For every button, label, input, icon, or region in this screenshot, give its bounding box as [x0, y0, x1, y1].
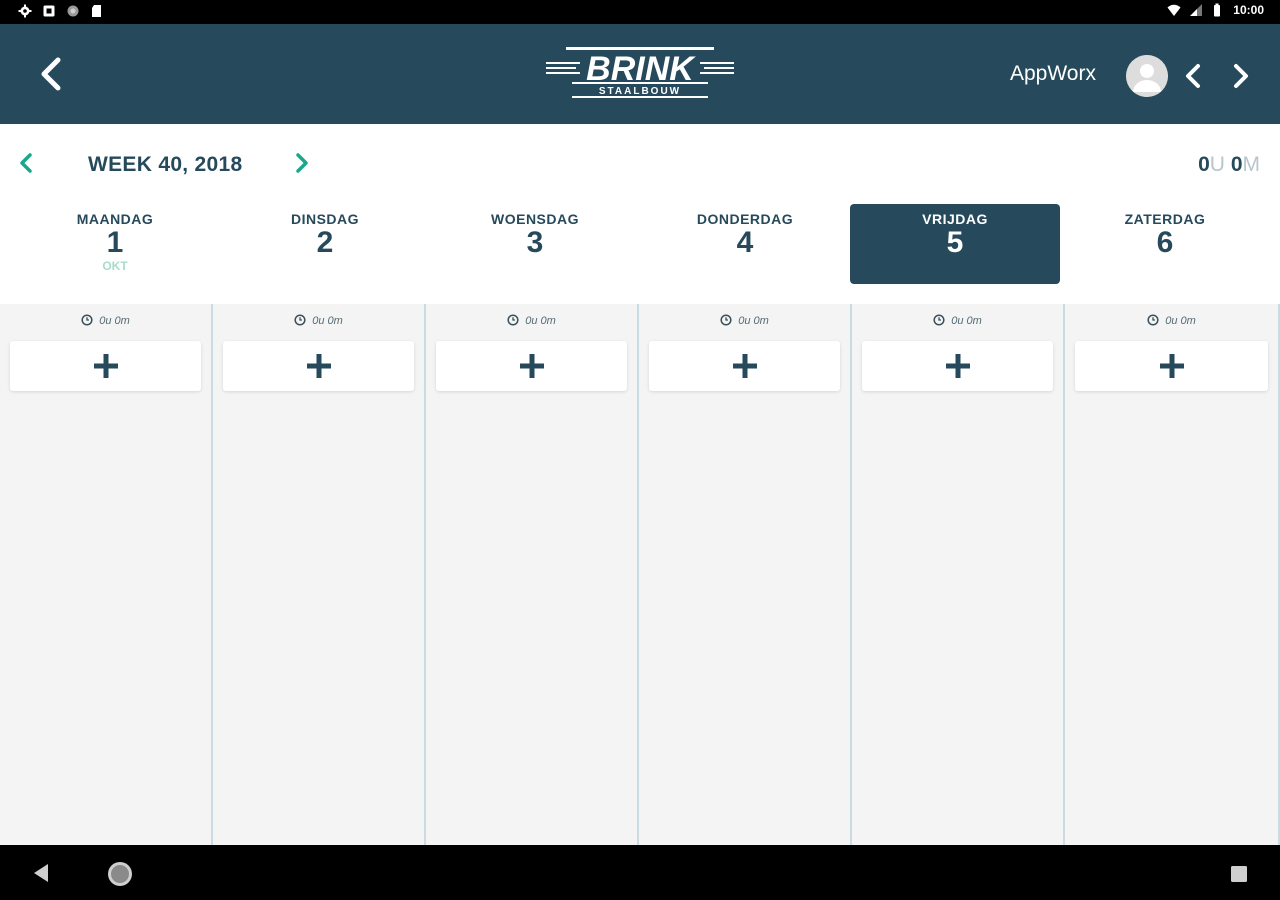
user-name: AppWorx [1010, 62, 1096, 85]
day-duration: 0u 0m [0, 314, 211, 327]
logo-subtext: STAALBOUW [599, 86, 681, 97]
plus-icon [93, 354, 118, 378]
nav-back-button[interactable] [30, 862, 52, 884]
day-number: 4 [736, 226, 754, 259]
status-bar-right: 10:00 [1167, 3, 1264, 17]
header-prev-button[interactable] [1180, 60, 1208, 92]
total-hours: 0 [1198, 153, 1210, 176]
day-number: 1 [106, 226, 124, 259]
clock-icon [1147, 314, 1159, 326]
next-week-button[interactable] [290, 150, 314, 176]
previous-week-button[interactable] [14, 150, 38, 176]
total-minutes: 0 [1230, 153, 1243, 176]
day-duration-text: 0u 0m [951, 315, 982, 327]
day-name: VRIJDAG [922, 211, 988, 227]
day-duration: 0u 0m [1065, 314, 1278, 327]
back-arrow-icon [41, 57, 61, 91]
day-duration-text: 0u 0m [738, 315, 769, 327]
day-name: MAANDAG [76, 211, 154, 227]
chevron-right-icon [1234, 64, 1248, 88]
total-hours-unit: U [1209, 153, 1225, 176]
logo-text: BRINK [586, 50, 696, 88]
day-column-donderdag: 0u 0m [639, 304, 852, 845]
signal-icon [1190, 4, 1203, 16]
brink-logo: BRINK STAALBOUW [544, 44, 736, 102]
day-column-vrijdag: 0u 0m [852, 304, 1065, 845]
plus-icon [306, 354, 331, 378]
nav-home-button[interactable] [106, 860, 134, 888]
day-tab-zaterdag[interactable]: ZATERDAG 6 [1060, 204, 1270, 284]
clock-icon [294, 314, 306, 326]
day-number: 2 [316, 226, 334, 259]
day-tabs: MAANDAG 1 OKT DINSDAG 2 WOENSDAG 3 DONDE… [0, 204, 1280, 304]
day-name: DONDERDAG [696, 211, 794, 227]
day-number: 5 [946, 226, 964, 259]
day-name: DINSDAG [290, 211, 360, 227]
day-tab-dinsdag[interactable]: DINSDAG 2 [220, 204, 430, 284]
back-button[interactable] [34, 54, 70, 94]
add-entry-button[interactable] [649, 341, 840, 391]
sd-card-icon [92, 5, 101, 17]
add-entry-button[interactable] [862, 341, 1053, 391]
day-column-dinsdag: 0u 0m [213, 304, 426, 845]
nav-home-icon [108, 862, 132, 886]
day-name: WOENSDAG [491, 211, 579, 227]
status-time: 10:00 [1233, 3, 1264, 17]
day-duration-text: 0u 0m [312, 315, 343, 327]
day-tab-woensdag[interactable]: WOENSDAG 3 [430, 204, 640, 284]
clock-icon [933, 314, 945, 326]
week-selector: WEEK 40, 2018 0U 0M [0, 124, 1280, 204]
week-label: WEEK 40, 2018 [88, 153, 243, 176]
add-entry-button[interactable] [1075, 341, 1268, 391]
day-duration: 0u 0m [426, 314, 637, 327]
clock-icon [720, 314, 732, 326]
day-column-maandag: 0u 0m [0, 304, 213, 845]
header-next-button[interactable] [1226, 60, 1254, 92]
system-nav-bar [0, 845, 1280, 900]
day-number: 6 [1156, 226, 1174, 259]
day-tab-donderdag[interactable]: DONDERDAG 4 [640, 204, 850, 284]
day-duration-text: 0u 0m [1165, 315, 1196, 327]
circle-icon [67, 5, 79, 17]
plus-icon [945, 354, 970, 378]
app-header: BRINK STAALBOUW AppWorx [0, 24, 1280, 124]
day-duration-text: 0u 0m [99, 315, 130, 327]
day-column-zaterdag: 0u 0m [1065, 304, 1280, 845]
clock-icon [507, 314, 519, 326]
plus-icon [519, 354, 544, 378]
battery-icon [1214, 3, 1221, 17]
day-duration: 0u 0m [639, 314, 850, 327]
plus-icon [732, 354, 757, 378]
status-bar: 10:00 [0, 0, 1280, 24]
avatar-icon [1126, 55, 1168, 97]
day-columns-board: 0u 0m 0u 0m 0u 0m 0u 0m 0u 0m 0u 0m [0, 304, 1280, 845]
day-tab-maandag[interactable]: MAANDAG 1 OKT [10, 204, 220, 284]
clock-icon [81, 314, 93, 326]
avatar[interactable] [1126, 55, 1168, 97]
day-month: OKT [102, 259, 128, 273]
day-duration-text: 0u 0m [525, 315, 556, 327]
day-tab-vrijdag[interactable]: VRIJDAG 5 [850, 204, 1060, 284]
week-total-time: 0U 0M [1198, 153, 1260, 177]
status-bar-left [18, 4, 104, 18]
notification-icon [43, 5, 55, 17]
day-name: ZATERDAG [1124, 211, 1206, 227]
day-column-woensdag: 0u 0m [426, 304, 639, 845]
chevron-left-icon [20, 153, 32, 173]
day-duration: 0u 0m [213, 314, 424, 327]
add-entry-button[interactable] [436, 341, 627, 391]
nav-recents-icon [1231, 866, 1247, 882]
day-number: 3 [526, 226, 544, 259]
nav-back-icon [34, 864, 48, 882]
chevron-left-icon [1186, 64, 1200, 88]
wifi-icon [1167, 4, 1181, 16]
add-entry-button[interactable] [223, 341, 414, 391]
total-minutes-unit: M [1242, 153, 1261, 176]
day-duration: 0u 0m [852, 314, 1063, 327]
plus-icon [1159, 354, 1184, 378]
add-entry-button[interactable] [10, 341, 201, 391]
chevron-right-icon [296, 153, 308, 173]
nav-recents-button[interactable] [1228, 863, 1250, 885]
settings-icon [18, 4, 32, 18]
